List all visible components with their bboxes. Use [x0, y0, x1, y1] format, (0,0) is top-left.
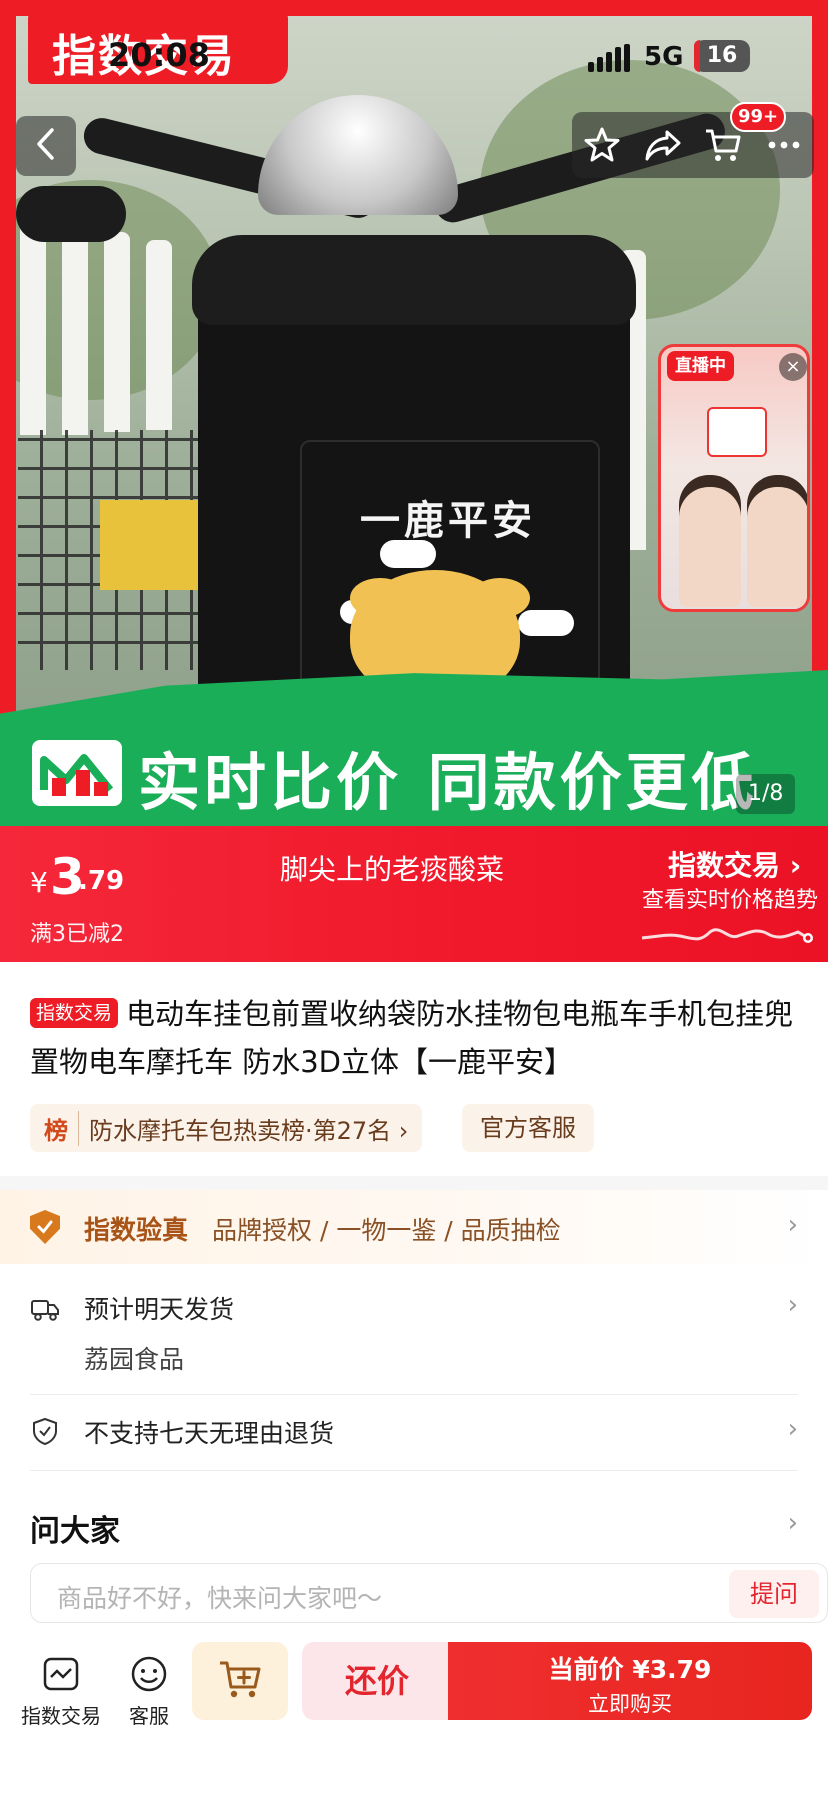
banner-text: 实时比价 同款价更低: [138, 746, 758, 819]
chevron-right-icon: ›: [787, 1414, 798, 1444]
bell: [258, 95, 458, 215]
chevron-right-icon: ›: [787, 1290, 798, 1320]
promo-text: 满3已减2: [30, 922, 124, 947]
shop-name[interactable]: 脚尖上的老痰酸菜: [280, 848, 504, 888]
delivery-from: 荔园食品: [84, 1345, 185, 1374]
cloud-decoration: [380, 540, 436, 568]
bargain-button[interactable]: 还价: [302, 1642, 452, 1720]
cart-count-badge: 99+: [730, 102, 787, 132]
price-decimal: .79: [78, 866, 125, 896]
star-icon[interactable]: [579, 122, 625, 168]
chevron-left-icon: [33, 127, 59, 165]
image-counter: 1/8: [736, 774, 796, 814]
back-button[interactable]: [16, 116, 76, 176]
bottom-action-bar: 指数交易 客服 还价 当前价 ¥3.79 立即购买: [0, 1640, 828, 1795]
live-host: [679, 487, 741, 607]
handle-grip: [16, 186, 126, 242]
live-badge: 直播中: [667, 351, 734, 381]
signal-icon: [588, 44, 632, 72]
verify-items: 品牌授权 / 一物一鉴 / 品质抽检: [212, 1216, 561, 1245]
buy-now-button[interactable]: 当前价 ¥3.79 立即购买: [448, 1642, 812, 1720]
live-host: [747, 487, 807, 607]
share-icon[interactable]: [640, 122, 686, 168]
bag-print-text: 一鹿平安: [360, 498, 536, 544]
cart-plus-icon: [217, 1657, 263, 1705]
price-bar: ¥ 3 .79 脚尖上的老痰酸菜 满3已减2 指数交易 › 查看实时价格趋势: [0, 826, 828, 962]
buy-now-label: 立即购买: [588, 1692, 672, 1716]
battery-icon: 16: [694, 40, 750, 72]
official-service-chip[interactable]: 官方客服: [462, 1104, 594, 1152]
live-product-card: [707, 407, 767, 457]
product-title: 电动车挂包前置收纳袋防水挂物包电瓶车手机包挂兜置物电车摩托车 防水3D立体【一鹿…: [30, 997, 794, 1079]
ask-section-title[interactable]: 问大家: [30, 1506, 120, 1550]
product-title-block: 指数交易 电动车挂包前置收纳袋防水挂物包电瓶车手机包挂兜置物电车摩托车 防水3D立…: [30, 990, 810, 1086]
brand-link[interactable]: 指数交易 ›: [668, 844, 801, 884]
cloud-decoration: [518, 610, 574, 636]
verify-title: 指数验真: [84, 1216, 189, 1246]
chevron-right-icon: ›: [787, 1210, 798, 1240]
live-stream-window[interactable]: 直播中 ×: [658, 344, 810, 612]
battery-level: 16: [706, 43, 738, 68]
basket-item: [100, 500, 210, 590]
rank-tag: 榜: [44, 1110, 79, 1146]
ask-placeholder: 商品好不好，快来问大家吧～: [57, 1584, 383, 1613]
chart-logo-icon: [32, 740, 122, 806]
return-policy-row[interactable]: 不支持七天无理由退货 ›: [30, 1414, 798, 1454]
add-to-cart-button[interactable]: [192, 1642, 288, 1720]
chevron-right-icon[interactable]: ›: [788, 1508, 798, 1538]
status-time: 20:08: [108, 36, 210, 74]
shield-icon: [30, 1210, 60, 1244]
buy-price: 当前价 ¥3.79: [548, 1655, 712, 1684]
delivery-row[interactable]: 预计明天发货 荔园食品 ›: [30, 1290, 798, 1380]
truck-icon: [30, 1294, 60, 1324]
fence-post: [104, 232, 130, 432]
ask-button[interactable]: 提问: [729, 1570, 819, 1618]
price-currency: ¥: [30, 866, 48, 899]
row-divider: [30, 1394, 798, 1395]
return-policy-text: 不支持七天无理由退货: [84, 1419, 335, 1448]
network-type: 5G: [644, 42, 684, 72]
service-tab-label: 客服: [129, 1704, 169, 1728]
store-tab-label: 指数交易: [21, 1704, 101, 1728]
authenticity-strip[interactable]: 指数验真 品牌授权 / 一物一鉴 / 品质抽检 ›: [0, 1190, 828, 1264]
close-icon[interactable]: ×: [779, 353, 807, 381]
ask-input[interactable]: 商品好不好，快来问大家吧～ 提问: [30, 1563, 828, 1623]
row-divider: [30, 1470, 798, 1471]
fence-post: [20, 215, 46, 435]
fence-post: [62, 225, 88, 435]
delivery-text: 预计明天发货: [84, 1295, 235, 1324]
section-divider: [0, 1176, 828, 1190]
shield-check-icon: [30, 1416, 60, 1446]
trend-sparkline-icon: [641, 928, 813, 943]
rank-text: 防水摩托车包热卖榜·第27名 ›: [89, 1116, 409, 1145]
ranking-chip[interactable]: 榜 防水摩托车包热卖榜·第27名 ›: [30, 1104, 423, 1152]
store-icon: [39, 1654, 83, 1694]
title-brand-tag: 指数交易: [30, 998, 119, 1028]
bag-lid: [192, 235, 636, 325]
store-tab[interactable]: 指数交易: [16, 1654, 106, 1729]
service-tab[interactable]: 客服: [104, 1654, 194, 1729]
smile-chat-icon: [127, 1654, 171, 1694]
fence-post: [146, 240, 172, 430]
price-trend-link[interactable]: 查看实时价格趋势: [642, 882, 818, 914]
